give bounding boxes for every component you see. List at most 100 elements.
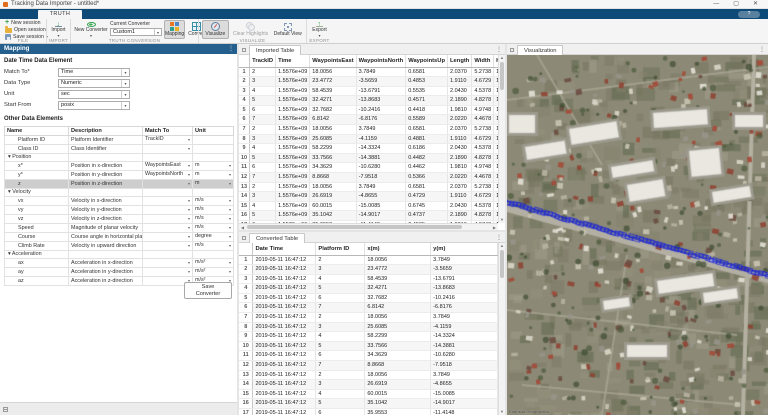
table-row[interactable]: 341.5576e+0958.4539-13.67910.55352.04304… <box>239 86 498 96</box>
column-header[interactable]: Length <box>448 55 472 67</box>
chevron-down-icon[interactable]: ▾ <box>188 136 190 144</box>
mapping-table-row[interactable]: ayAcceleration in y-direction▾m/s²▾ <box>5 268 234 277</box>
column-header[interactable]: Width <box>472 55 494 67</box>
data-cell[interactable]: 2019-05-11 16:47:12 <box>253 265 316 275</box>
data-cell[interactable]: 23.4772 <box>365 265 431 275</box>
data-cell[interactable]: 2.0430 <box>448 201 472 211</box>
data-cell[interactable]: 4.8278 <box>472 211 494 221</box>
data-cell[interactable]: -10.6280 <box>356 163 406 173</box>
chevron-down-icon[interactable]: ▾ <box>188 215 190 223</box>
chevron-down-icon[interactable]: ▾ <box>121 91 129 98</box>
match-to-dropdown-cell[interactable] <box>143 250 193 258</box>
data-cell[interactable]: -14.9017 <box>356 211 406 221</box>
data-cell[interactable]: 32.7682 <box>310 105 356 115</box>
data-cell[interactable]: 1.5576e+09 <box>276 96 310 106</box>
column-header[interactable]: WaypointsUp <box>406 55 448 67</box>
match-to-dropdown-cell[interactable]: TrackID▾ <box>143 135 193 144</box>
data-cell[interactable]: 25.6085 <box>365 322 431 332</box>
table-row[interactable]: 451.5576e+0932.4271-13.86830.45712.18904… <box>239 96 498 106</box>
satellite-map[interactable] <box>507 55 768 415</box>
match-to-dropdown-cell[interactable]: ▾ <box>143 232 193 241</box>
data-cell[interactable]: 18.0056 <box>310 125 356 135</box>
data-cell[interactable]: 4 <box>316 332 365 342</box>
data-cell[interactable]: -13.6791 <box>431 274 498 284</box>
data-cell[interactable]: 35.1042 <box>310 211 356 221</box>
data-cell[interactable]: 0.4881 <box>406 134 448 144</box>
data-cell[interactable]: 58.2299 <box>310 144 356 154</box>
match-to-dropdown-cell[interactable] <box>143 188 193 196</box>
data-cell[interactable]: 0.6581 <box>406 182 448 192</box>
chevron-down-icon[interactable]: ▾ <box>188 171 190 179</box>
unit-dropdown-cell[interactable]: m▾ <box>193 170 234 179</box>
table-row[interactable]: 1651.5576e+0935.1042-14.90170.47372.1890… <box>239 211 498 221</box>
tab-converted-table[interactable]: Converted Table <box>249 233 305 243</box>
table-row[interactable]: 941.5576e+0958.2299-14.33240.61862.04304… <box>239 144 498 154</box>
data-cell[interactable]: 1.9110 <box>448 134 472 144</box>
unit-dropdown-cell[interactable]: m▾ <box>193 161 234 170</box>
table-row[interactable]: 42019-05-11 16:47:12532.4271-13.8683 <box>239 284 498 294</box>
match-to-dropdown-cell[interactable]: ▾ <box>143 259 193 268</box>
chevron-down-icon[interactable]: ▾ <box>188 145 190 153</box>
data-cell[interactable]: 6.8142 <box>310 115 356 125</box>
match-to-dropdown-cell[interactable]: ▾ <box>143 223 193 232</box>
match-to-dropdown-cell[interactable]: ▾ <box>143 144 193 153</box>
data-cell[interactable]: 1.5576e+09 <box>276 173 310 183</box>
table-row[interactable]: 671.5576e+096.8142-6.81760.55892.02204.4… <box>239 115 498 125</box>
chevron-down-icon[interactable]: ▾ <box>188 268 190 276</box>
data-cell[interactable]: 0.4737 <box>406 211 448 221</box>
mapping-table-row[interactable]: vxVelocity in x-direction▾m/s▾ <box>5 196 234 205</box>
data-cell[interactable]: 6 <box>250 105 276 115</box>
tab-imported-table[interactable]: Imported Table <box>249 45 301 55</box>
data-cell[interactable]: -14.3324 <box>356 144 406 154</box>
column-header[interactable]: TrackID <box>250 55 276 67</box>
data-cell[interactable]: 58.2299 <box>365 332 431 342</box>
data-cell[interactable]: 2 <box>250 182 276 192</box>
data-cell[interactable]: 0.6186 <box>406 144 448 154</box>
data-cell[interactable]: 32.7682 <box>365 293 431 303</box>
data-cell[interactable]: 32.4271 <box>365 284 431 294</box>
data-cell[interactable]: -15.0085 <box>356 201 406 211</box>
data-cell[interactable]: -10.2416 <box>356 105 406 115</box>
data-cell[interactable]: 1.5576e+09 <box>276 182 310 192</box>
data-cell[interactable]: -14.9017 <box>431 399 498 409</box>
unit-dropdown-cell[interactable] <box>193 135 234 144</box>
unit-dropdown-cell[interactable]: m▾ <box>193 179 234 188</box>
data-cell[interactable]: 4 <box>316 274 365 284</box>
table-row[interactable]: 32019-05-11 16:47:12458.4539-13.6791 <box>239 274 498 284</box>
data-cell[interactable]: 0.6581 <box>406 67 448 77</box>
data-cell[interactable]: 4 <box>250 86 276 96</box>
data-cell[interactable]: -4.8655 <box>356 192 406 202</box>
data-cell[interactable]: 8.8668 <box>365 361 431 371</box>
table-row[interactable]: 231.5576e+0923.4772-3.56590.48531.91104.… <box>239 77 498 87</box>
default-view-button[interactable]: Default View <box>273 20 303 39</box>
scrollbar-thumb[interactable] <box>500 62 504 90</box>
scrollbar-thumb[interactable] <box>500 250 504 278</box>
data-cell[interactable]: 2019-05-11 16:47:12 <box>253 303 316 313</box>
data-cell[interactable]: -10.6280 <box>431 351 498 361</box>
data-cell[interactable]: -3.5659 <box>356 77 406 87</box>
data-cell[interactable]: 0.4482 <box>406 153 448 163</box>
column-header[interactable]: x(m) <box>365 243 431 255</box>
data-cell[interactable]: 2 <box>250 125 276 135</box>
imported-vertical-scrollbar[interactable]: ▲ ▼ <box>498 55 505 223</box>
match-to-dropdown-cell[interactable]: WaypointsEast▾ <box>143 161 193 170</box>
data-cell[interactable]: 4.8278 <box>472 96 494 106</box>
data-cell[interactable]: 3 <box>250 77 276 87</box>
data-cell[interactable]: 5 <box>250 153 276 163</box>
imported-table-scroll-area[interactable]: TrackIDTimeWaypointsEastWaypointsNorthWa… <box>239 55 498 223</box>
match-to-dropdown-cell[interactable]: WaypointsNorth▾ <box>143 170 193 179</box>
data-cell[interactable]: 2.0220 <box>448 115 472 125</box>
data-cell[interactable]: 1.5576e+09 <box>276 67 310 77</box>
chevron-down-icon[interactable]: ▾ <box>229 197 231 205</box>
data-cell[interactable]: 1.5576e+09 <box>276 134 310 144</box>
data-cell[interactable]: 35.9553 <box>365 409 431 415</box>
data-cell[interactable]: 2.0430 <box>448 86 472 96</box>
data-cell[interactable]: -10.2416 <box>431 293 498 303</box>
table-row[interactable]: 72019-05-11 16:47:12218.00563.7849 <box>239 313 498 323</box>
mapping-table-row[interactable]: y*Position in y-directionWaypointsNorth▾… <box>5 170 234 179</box>
data-cell[interactable]: 3 <box>316 380 365 390</box>
mapping-table-row[interactable]: axAcceleration in x-direction▾m/s²▾ <box>5 259 234 268</box>
data-cell[interactable]: 2.0370 <box>448 67 472 77</box>
data-cell[interactable]: 5.2738 <box>472 182 494 192</box>
table-row[interactable]: 1051.5576e+0933.7566-14.38810.44822.1890… <box>239 153 498 163</box>
